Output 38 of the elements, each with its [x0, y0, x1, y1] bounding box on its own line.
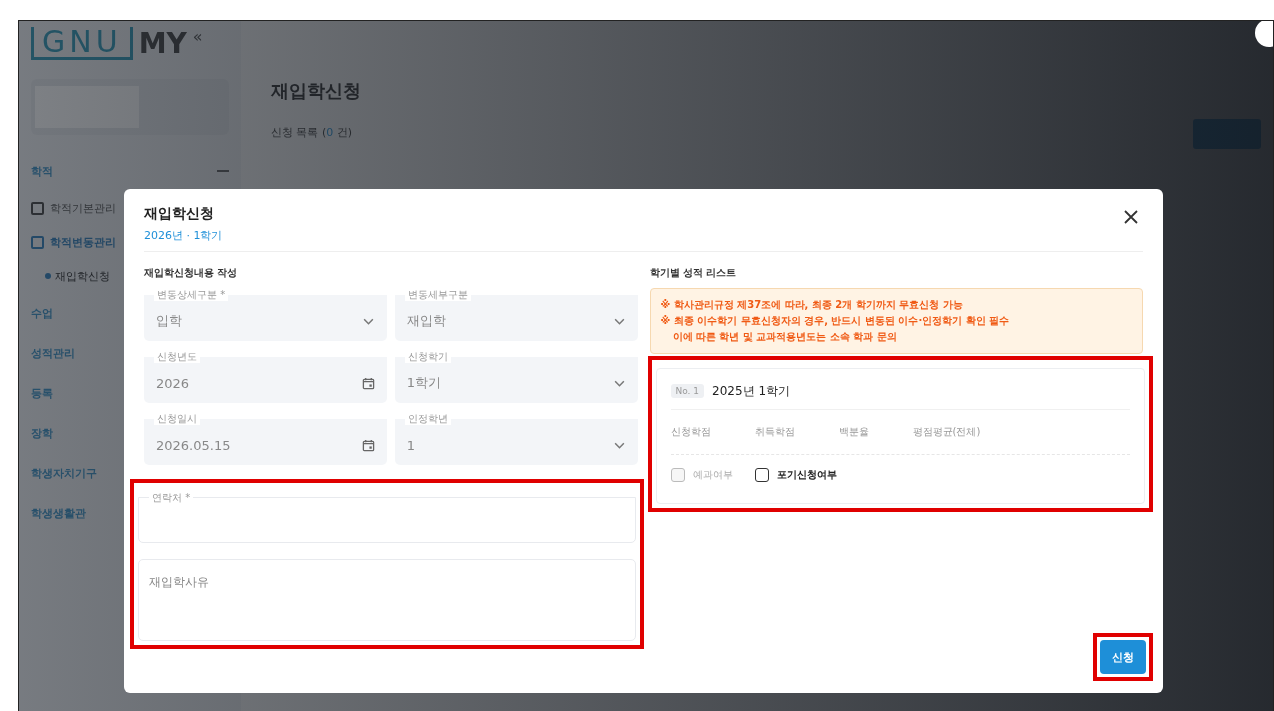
reason-textarea[interactable]: 재입학사유: [138, 559, 636, 641]
menu-section[interactable]: 등록: [31, 385, 53, 401]
menu-section[interactable]: 장학: [31, 425, 53, 441]
dialog-subtitle: 2026년 · 1학기: [144, 228, 223, 243]
notice-text: ※ 최종 이수학기 무효신청자의 경우, 반드시 변동된 이수·인정학기 확인 필수: [660, 314, 1011, 328]
form-field[interactable]: 신청년도 2026: [144, 350, 387, 403]
calendar-icon: [361, 438, 375, 452]
section-title: 학기별 성적 리스트: [649, 266, 738, 280]
checkbox-label: 포기신청여부: [776, 468, 837, 482]
form-field[interactable]: 신청학기 1학기: [394, 350, 638, 403]
form-field[interactable]: 변동세부구분 재입학: [394, 288, 638, 341]
page-title: 재입학신청: [271, 79, 362, 103]
menu-section[interactable]: 학생생활관: [31, 505, 86, 521]
semester-title: 2025년 1학기: [712, 382, 791, 400]
close-icon[interactable]: [1123, 209, 1139, 225]
checkbox-label: 예과여부: [692, 468, 733, 482]
column-label: 평점평균(전체): [912, 425, 981, 439]
form-field[interactable]: 인정학년 1: [394, 412, 638, 465]
checkbox[interactable]: [754, 468, 769, 482]
list-count-label: 신청 목록 (0 건): [271, 125, 354, 140]
notice-text: ※ 학사관리규정 제37조에 따라, 최종 2개 학기까지 무효신청 가능: [660, 298, 964, 312]
menu-section[interactable]: 학적: [31, 163, 53, 179]
calendar-icon: [361, 376, 375, 390]
menu-section[interactable]: 학생자치기구: [31, 465, 97, 481]
notice-text: 이에 따른 학년 및 교과적용년도는 소속 학과 문의: [671, 330, 898, 344]
submit-button[interactable]: 신청: [1100, 640, 1146, 674]
menu-section[interactable]: 성적관리: [31, 345, 75, 361]
form-field[interactable]: 신청일시 2026.05.15: [144, 412, 387, 465]
dialog-title: 재입학신청: [144, 205, 215, 223]
form-field[interactable]: 변동상세구분 * 입학: [144, 288, 387, 341]
number-badge: No. 1: [670, 384, 705, 398]
column-label: 취득학점: [754, 425, 795, 439]
section-title: 재입학신청내용 작성: [144, 266, 239, 280]
column-label: 백분율: [838, 425, 869, 439]
logo-text: MY: [138, 27, 187, 61]
collapse-button[interactable]: «: [192, 27, 203, 46]
menu-section[interactable]: 수업: [31, 305, 53, 321]
column-label: 신청학점: [670, 425, 711, 439]
